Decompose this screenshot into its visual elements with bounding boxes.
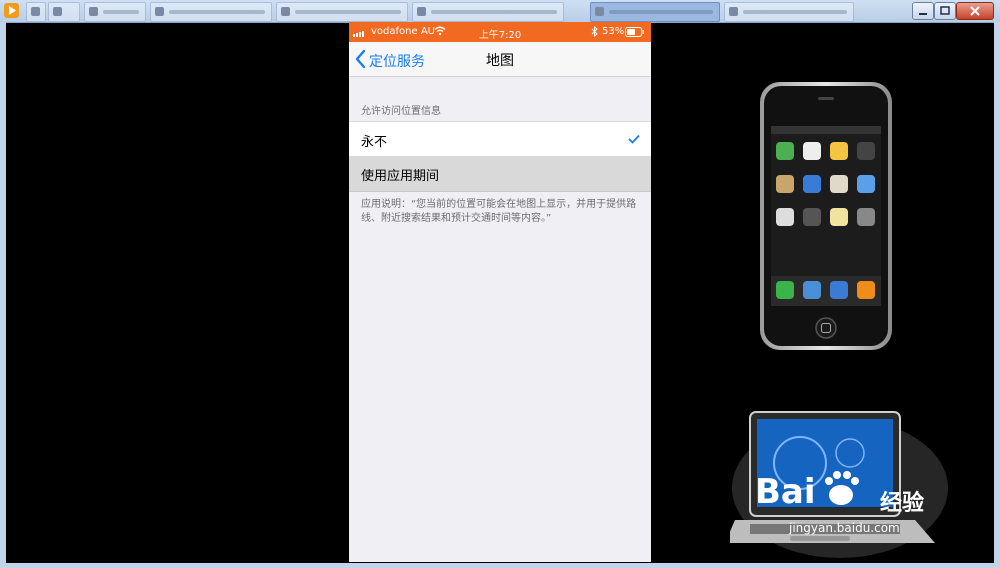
page-title: 地图: [486, 53, 514, 69]
footer-note: 应用说明：“您当前的位置可能会在地图上显示，并用于提供路线、附近搜索结果和预计交…: [361, 199, 637, 224]
tab-3[interactable]: [84, 2, 146, 22]
watermark-url: jingyan.baidu.com: [789, 521, 900, 535]
window-frame-right: [994, 22, 1000, 568]
tab-7-active[interactable]: [590, 2, 720, 22]
tab-4[interactable]: [150, 2, 272, 22]
bluetooth-icon: [591, 26, 598, 37]
option-while-using[interactable]: 使用应用期间: [349, 156, 651, 192]
nav-bar: 定位服务 地图: [349, 42, 651, 77]
maximize-icon: [940, 6, 950, 15]
app-icon: [4, 3, 19, 18]
section-header: 允许访问位置信息: [361, 106, 441, 117]
tab-2[interactable]: [48, 2, 80, 22]
battery-icon: [625, 27, 644, 37]
iphone-image: [760, 82, 892, 350]
baidu-paw-logo-icon: Bai: [755, 471, 859, 512]
phone-screen: vodafone AU 上午7:20 53% 定位服务 地图 允许访问位置信息 …: [349, 22, 651, 562]
option-never[interactable]: 永不: [349, 121, 651, 157]
close-button[interactable]: [956, 2, 994, 20]
tab-8[interactable]: [724, 2, 854, 22]
option-never-label: 永不: [361, 135, 388, 150]
window-frame-bottom: [0, 563, 1000, 568]
watermark: Bai 经验 jingyan.baidu.com: [755, 465, 924, 535]
checkmark-icon: [628, 134, 640, 144]
minimize-button[interactable]: [912, 2, 934, 20]
window-titlebar: [0, 0, 1000, 23]
tab-6[interactable]: [412, 2, 564, 22]
option-while-using-label: 使用应用期间: [361, 169, 440, 184]
window-frame-left: [0, 22, 6, 568]
battery-percent: 53%: [602, 26, 625, 37]
tab-1[interactable]: [26, 2, 46, 22]
maximize-button[interactable]: [934, 2, 956, 20]
tab-5[interactable]: [276, 2, 408, 22]
status-bar: vodafone AU 上午7:20 53%: [349, 22, 651, 42]
svg-text:Bai: Bai: [755, 472, 816, 512]
watermark-brand: 经验: [880, 491, 925, 516]
minimize-icon: [919, 13, 927, 15]
close-icon: [970, 6, 980, 16]
